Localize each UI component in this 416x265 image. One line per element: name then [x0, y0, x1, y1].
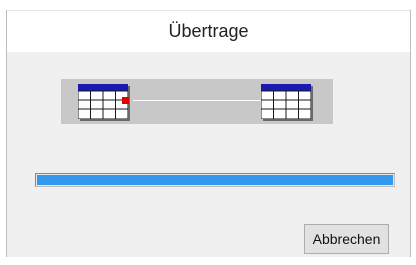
- target-table-icon: [261, 84, 311, 119]
- dialog-title: Übertrage: [168, 21, 249, 41]
- title-bar[interactable]: Übertrage: [7, 10, 410, 53]
- cancel-button[interactable]: Abbrechen: [304, 224, 389, 254]
- transfer-dialog: Übertrage Abbrechen: [6, 10, 411, 257]
- source-table-icon: [78, 84, 128, 119]
- dialog-body: Abbrechen: [7, 52, 410, 257]
- transfer-path-line: [133, 100, 261, 101]
- progress-fill: [37, 175, 393, 185]
- transfer-indicator-dot: [122, 97, 129, 104]
- progress-bar: [35, 173, 395, 187]
- transfer-animation: [61, 79, 333, 124]
